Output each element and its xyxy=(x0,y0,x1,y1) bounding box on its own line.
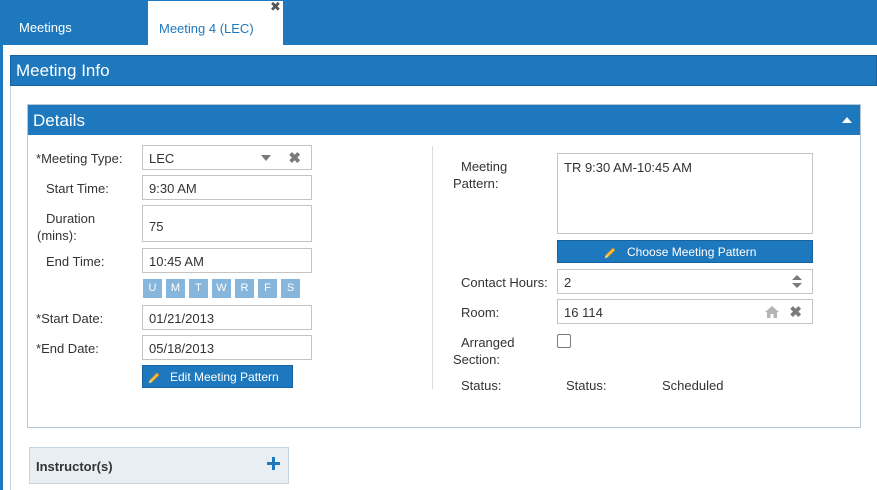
status-label: Status: xyxy=(461,378,502,393)
meeting-info-title: Meeting Info xyxy=(16,61,110,80)
add-instructor-icon[interactable] xyxy=(267,457,280,470)
meeting-pattern-textarea[interactable]: TR 9:30 AM-10:45 AM xyxy=(557,153,813,234)
collapse-up-icon[interactable] xyxy=(842,117,852,123)
end-date-label-text: End Date: xyxy=(41,341,99,356)
day-button-tuesday[interactable]: T xyxy=(189,279,208,298)
choose-meeting-pattern-button[interactable]: Choose Meeting Pattern xyxy=(557,240,813,263)
end-time-input[interactable]: 10:45 AM xyxy=(142,248,312,273)
tab-meeting-4-lec[interactable]: Meeting 4 (LEC) ✖ xyxy=(148,0,283,45)
arranged-section-label-line2: Section: xyxy=(453,352,500,367)
column-divider xyxy=(432,146,433,389)
tab-meetings[interactable]: Meetings xyxy=(19,0,129,45)
contact-hours-stepper[interactable]: 2 xyxy=(557,269,813,294)
day-button-monday[interactable]: M xyxy=(166,279,185,298)
end-date-input[interactable]: 05/18/2013 xyxy=(142,335,312,360)
instructors-title: Instructor(s) xyxy=(36,459,113,474)
meeting-pattern-label-line2: Pattern: xyxy=(453,176,499,191)
duration-input[interactable]: 75 xyxy=(142,205,312,242)
day-button-wednesday[interactable]: W xyxy=(212,279,231,298)
details-title: Details xyxy=(33,111,85,130)
pencil-icon xyxy=(604,247,616,259)
day-button-thursday[interactable]: R xyxy=(235,279,254,298)
clear-icon[interactable]: ✖ xyxy=(288,146,301,171)
duration-label-line1: Duration xyxy=(46,211,96,226)
clear-icon[interactable]: ✖ xyxy=(789,300,802,325)
instructors-panel[interactable]: Instructor(s) xyxy=(29,447,289,484)
edit-meeting-pattern-button[interactable]: Edit Meeting Pattern xyxy=(142,365,293,388)
meeting-type-label-text: Meeting Type: xyxy=(41,151,123,166)
start-date-label-text: Start Date: xyxy=(41,311,104,326)
tab-bar: Meetings Meeting 4 (LEC) ✖ xyxy=(0,0,877,45)
day-button-friday[interactable]: F xyxy=(258,279,277,298)
status-label-secondary: Status: xyxy=(566,378,607,393)
plus-vertical xyxy=(272,457,275,470)
details-header[interactable]: Details xyxy=(28,105,860,135)
arranged-section-label-line1: Arranged xyxy=(461,335,515,350)
meeting-type-label: *Meeting Type: xyxy=(36,150,122,167)
room-label: Room: xyxy=(461,305,500,320)
chevron-down-icon[interactable] xyxy=(261,155,271,161)
room-value: 16 114 xyxy=(564,305,603,320)
contact-hours-label: Contact Hours: xyxy=(461,275,548,290)
end-time-label: End Time: xyxy=(46,254,105,269)
pencil-icon xyxy=(148,372,160,384)
close-icon[interactable]: ✖ xyxy=(270,0,281,35)
duration-label-line2: (mins): xyxy=(37,228,77,243)
day-button-sunday[interactable]: U xyxy=(143,279,162,298)
start-time-label: Start Time: xyxy=(46,181,109,196)
left-accent-strip xyxy=(0,45,3,490)
meeting-type-value: LEC xyxy=(149,151,175,166)
spin-down-icon[interactable] xyxy=(792,283,802,288)
edit-meeting-pattern-label: Edit Meeting Pattern xyxy=(170,370,279,384)
meeting-pattern-label-line1: Meeting xyxy=(461,159,508,174)
spin-up-icon[interactable] xyxy=(792,275,802,280)
start-time-input[interactable]: 9:30 AM xyxy=(142,175,312,200)
status-value: Scheduled xyxy=(662,378,724,393)
stepper-icon[interactable] xyxy=(792,275,802,289)
tab-meeting-4-label: Meeting 4 (LEC) xyxy=(159,21,254,36)
day-button-saturday[interactable]: S xyxy=(281,279,300,298)
contact-hours-value: 2 xyxy=(564,275,572,290)
home-icon[interactable] xyxy=(764,305,780,319)
room-input[interactable]: 16 114 ✖ xyxy=(557,299,813,324)
arranged-section-checkbox[interactable] xyxy=(557,334,571,348)
start-date-label: *Start Date: xyxy=(36,310,103,327)
choose-meeting-pattern-label: Choose Meeting Pattern xyxy=(627,245,757,259)
meeting-info-header: Meeting Info xyxy=(10,55,877,86)
meeting-type-select[interactable]: LEC ✖ xyxy=(142,145,312,170)
start-date-input[interactable]: 01/21/2013 xyxy=(142,305,312,330)
end-date-label: *End Date: xyxy=(36,340,99,357)
